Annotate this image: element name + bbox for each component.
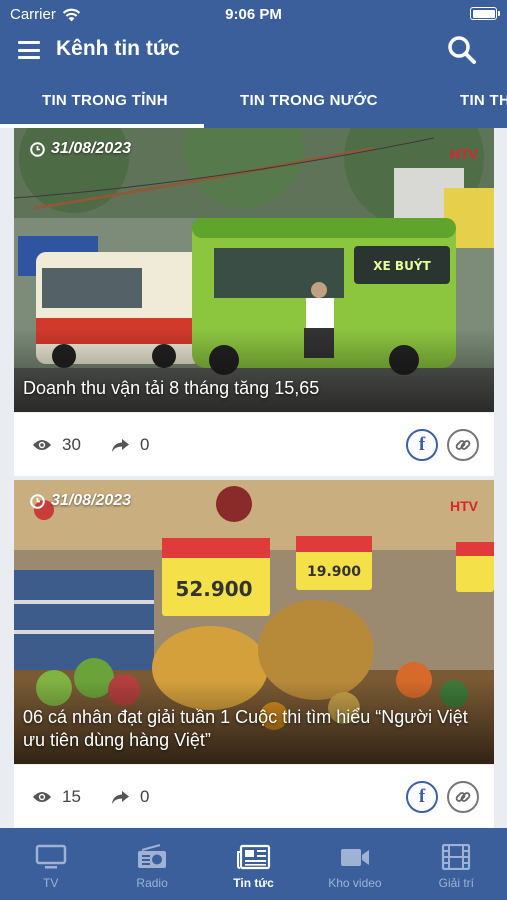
svg-text:19.900: 19.900 [307,564,361,580]
video-camera-icon [340,849,369,866]
nav-tin-tuc[interactable]: Tin tức [203,828,304,900]
app-title: Kênh tin tức [56,37,180,60]
copy-link-button[interactable] [447,781,479,813]
tab-tin-trong-tinh[interactable]: TIN TRONG TỈNH [42,74,168,128]
link-icon [455,440,471,450]
search-icon[interactable] [447,35,477,65]
film-icon [442,844,471,870]
nav-giai-tri[interactable]: Giải trí [406,828,507,900]
radio-icon [138,844,167,868]
view-count: 15 [32,787,81,807]
status-bar: Carrier 9:06 PM [0,0,507,28]
battery-icon [470,7,500,20]
share-count: 0 [111,787,149,807]
tab-tin-the-gioi[interactable]: TIN TH [460,74,507,128]
copy-link-button[interactable] [447,429,479,461]
facebook-share-button[interactable]: f [406,429,438,461]
top-bar: Kênh tin tức [0,28,507,74]
nav-kho-video[interactable]: Kho video [304,828,405,900]
menu-icon[interactable] [18,41,40,59]
nav-radio[interactable]: Radio [101,828,202,900]
facebook-share-button[interactable]: f [406,781,438,813]
bottom-navigation: TV Radio Tin tức Kho video Giải trí [0,828,507,900]
article-card[interactable]: XE BUÝT 31/08/2023 HTV Doanh thu vận tải… [14,128,494,476]
eye-icon [33,792,51,802]
status-time: 9:06 PM [225,6,282,23]
newspaper-icon [236,844,270,870]
share-arrow-icon [112,438,129,452]
facebook-icon: f [418,434,426,455]
channel-logo: HTV [450,498,478,514]
article-meta: 30 0 f [14,412,494,476]
svg-text:XE BUÝT: XE BUÝT [373,258,431,273]
tab-tin-trong-nuoc[interactable]: TIN TRONG NƯỚC [240,74,378,128]
eye-icon [33,440,51,450]
clock-icon [30,141,45,157]
article-card[interactable]: 52.900 19.900 31/08/2023 HTV 06 cá nhân … [14,480,494,828]
clock-icon [30,493,45,509]
article-thumbnail[interactable]: XE BUÝT 31/08/2023 HTV Doanh thu vận tải… [14,128,494,412]
link-icon [455,792,471,802]
share-arrow-icon [112,790,129,804]
nav-tv[interactable]: TV [0,828,101,900]
article-thumbnail[interactable]: 52.900 19.900 31/08/2023 HTV 06 cá nhân … [14,480,494,764]
article-title[interactable]: 06 cá nhân đạt giải tuần 1 Cuộc thi tìm … [23,706,485,752]
article-date: 31/08/2023 [30,492,131,510]
category-tabs: TIN TRONG TỈNH TIN TRONG NƯỚC TIN TH [0,74,507,128]
article-meta: 15 0 f [14,764,494,828]
channel-logo: HTV [450,146,478,162]
svg-text:52.900: 52.900 [175,577,252,601]
share-count: 0 [111,435,149,455]
article-title[interactable]: Doanh thu vận tải 8 tháng tăng 15,65 [23,377,485,400]
app-header: Carrier 9:06 PM Kênh tin tức TIN TRONG T… [0,0,507,128]
article-date: 31/08/2023 [30,140,131,158]
facebook-icon: f [418,786,426,807]
tv-icon [35,844,66,869]
view-count: 30 [32,435,81,455]
bus-photo-image: XE BUÝT [14,128,494,412]
